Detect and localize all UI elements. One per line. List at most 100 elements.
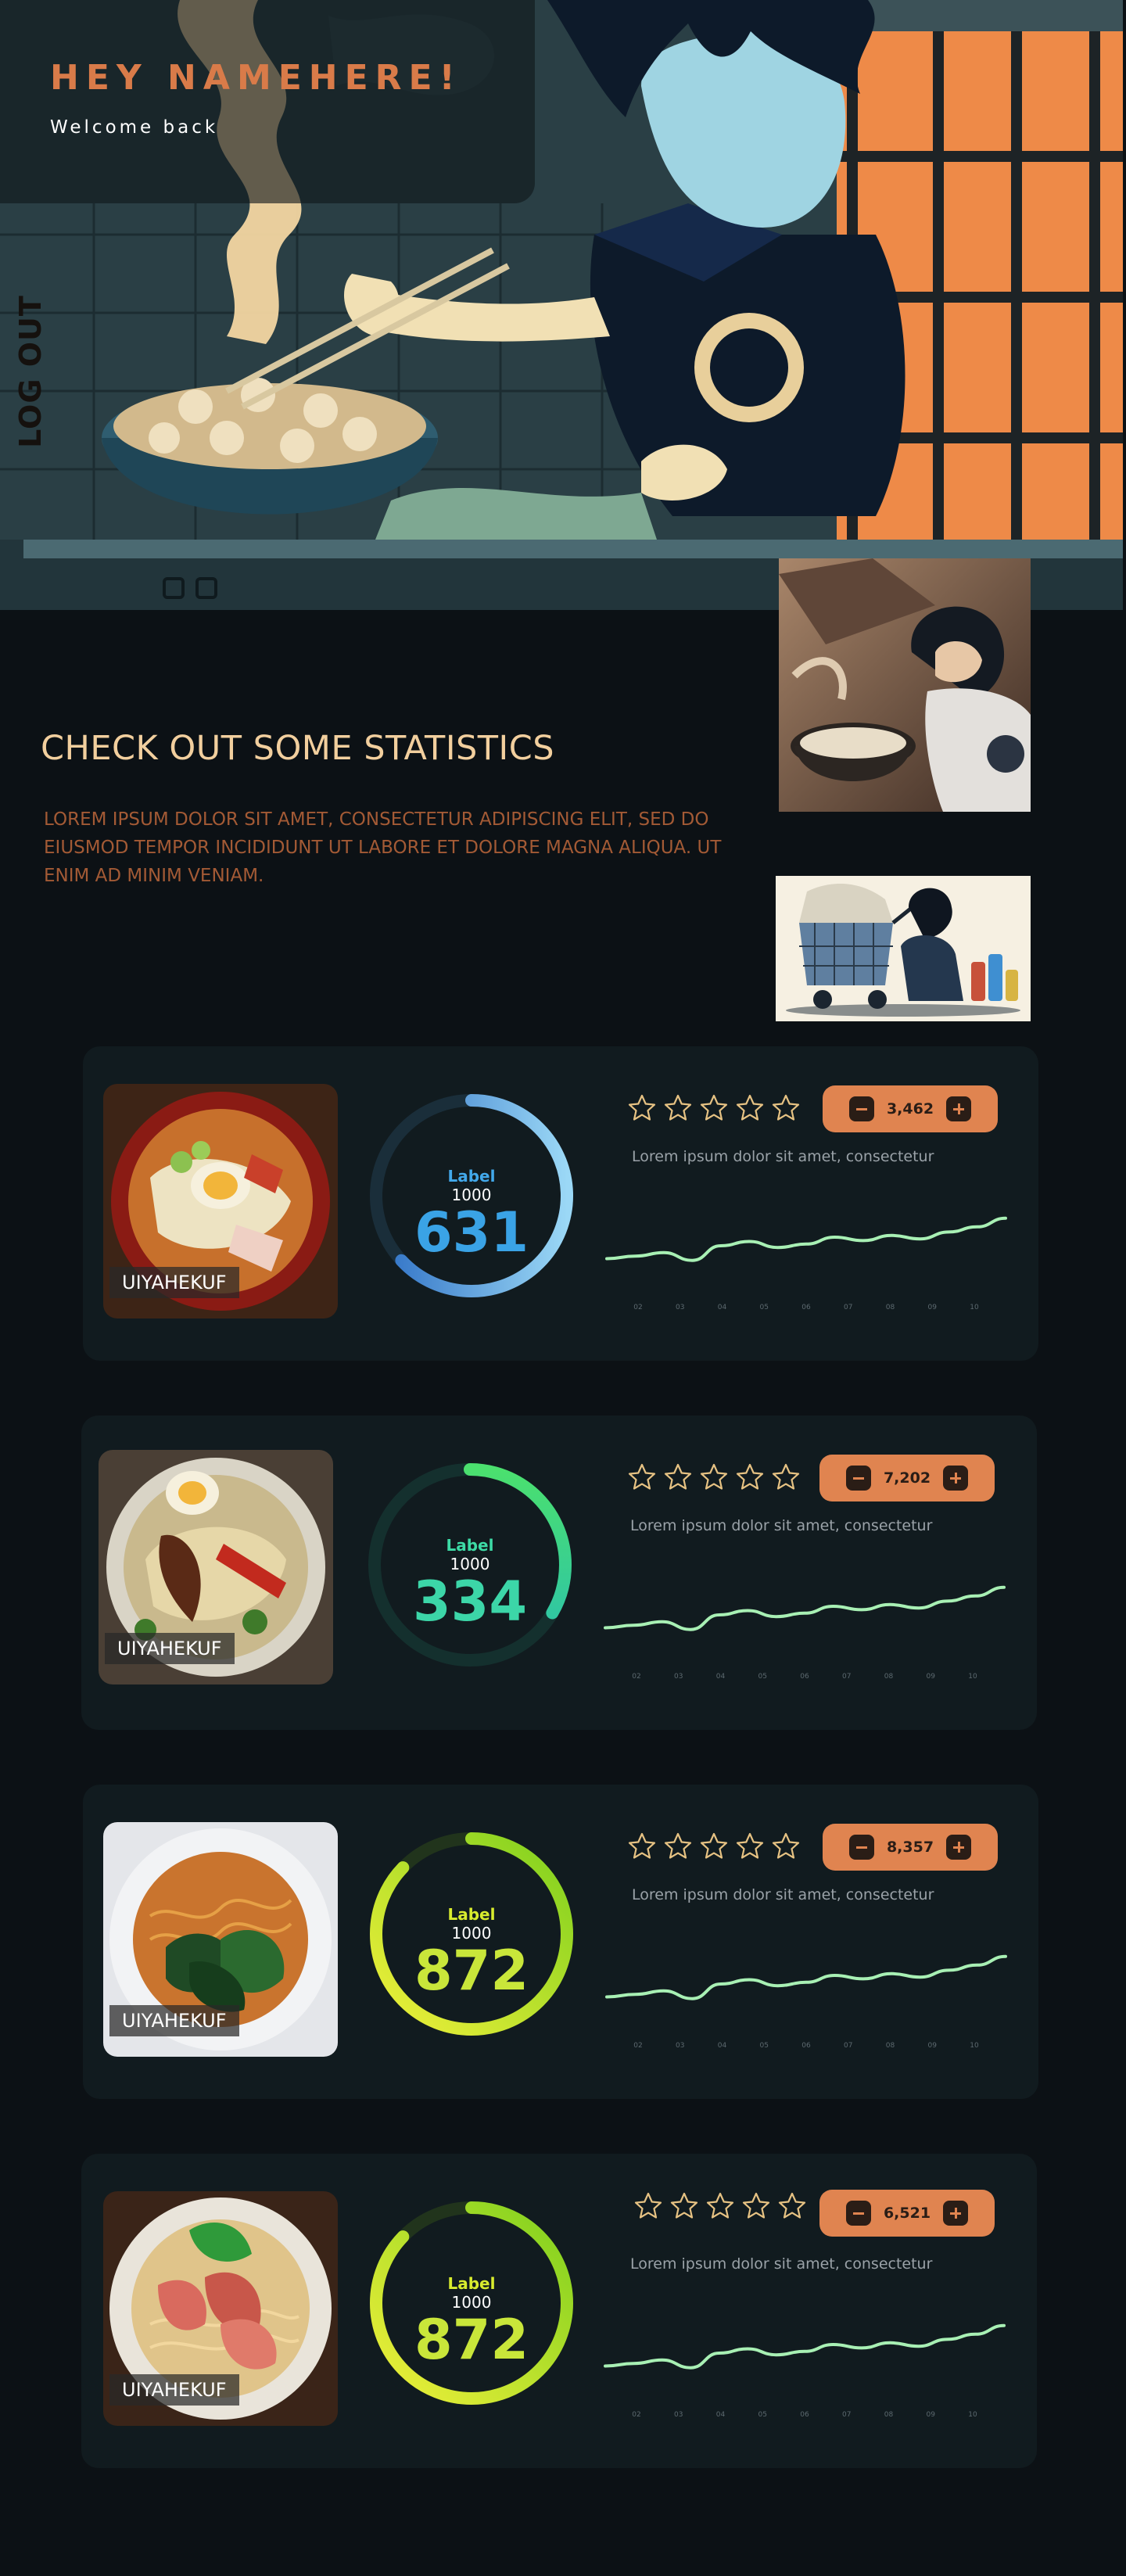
x-tick-label: 03 xyxy=(676,2042,684,2050)
progress-gauge: Label 1000 872 xyxy=(366,2197,577,2409)
x-tick-label: 10 xyxy=(970,2042,979,2050)
x-tick-label: 04 xyxy=(718,1304,727,1311)
x-tick-label: 07 xyxy=(842,2411,851,2419)
star-icon[interactable] xyxy=(663,1832,693,1861)
x-tick-label: 02 xyxy=(633,2042,642,2050)
gauge-label: Label xyxy=(447,1905,496,1924)
rating-stars[interactable] xyxy=(627,1462,801,1497)
increment-button[interactable] xyxy=(943,2201,968,2226)
logout-button[interactable]: LOG OUT xyxy=(6,282,55,461)
x-tick-label: 05 xyxy=(758,2411,767,2419)
star-icon[interactable] xyxy=(627,1832,657,1861)
rating-stars[interactable] xyxy=(633,2191,807,2226)
stat-card: UIYAHEKUF Label 1000 631 3,462 Lorem ips… xyxy=(83,1046,1038,1361)
star-icon[interactable] xyxy=(633,2191,663,2221)
stat-card: UIYAHEKUF Label 1000 334 7,202 Lorem ips… xyxy=(81,1415,1037,1730)
x-tick-label: 02 xyxy=(632,2411,640,2419)
side-image-cooking xyxy=(779,558,1031,812)
food-image: UIYAHEKUF xyxy=(103,1084,338,1318)
card-description: Lorem ipsum dolor sit amet, consectetur xyxy=(630,2255,933,2273)
card-description: Lorem ipsum dolor sit amet, consectetur xyxy=(630,1517,933,1534)
decrement-button[interactable] xyxy=(846,1466,871,1491)
star-icon[interactable] xyxy=(735,1832,765,1861)
progress-gauge: Label 1000 334 xyxy=(364,1459,576,1670)
x-tick-label: 08 xyxy=(884,1673,894,1681)
food-image-label: UIYAHEKUF xyxy=(109,2374,239,2406)
star-icon[interactable] xyxy=(735,1093,765,1123)
card-description: Lorem ipsum dolor sit amet, consectetur xyxy=(632,1148,934,1165)
side-image-shopping xyxy=(776,876,1031,1021)
star-icon[interactable] xyxy=(777,2191,807,2221)
increment-button[interactable] xyxy=(943,1466,968,1491)
quantity-stepper: 8,357 xyxy=(823,1824,998,1871)
x-tick-label: 04 xyxy=(716,1673,726,1681)
star-icon[interactable] xyxy=(627,1093,657,1123)
x-tick-label: 04 xyxy=(718,2042,727,2050)
stat-card: UIYAHEKUF Label 1000 872 8,357 Lorem ips… xyxy=(83,1785,1038,2099)
sparkline-chart: 02 03 04 05 06 07 08 09 10 xyxy=(605,1933,1007,2050)
card-description: Lorem ipsum dolor sit amet, consectetur xyxy=(632,1886,934,1903)
x-tick-label: 07 xyxy=(844,1304,852,1311)
x-tick-label: 08 xyxy=(886,1304,895,1311)
x-tick-label: 02 xyxy=(632,1673,640,1681)
food-image: UIYAHEKUF xyxy=(99,1450,333,1684)
x-tick-label: 03 xyxy=(674,2411,683,2419)
x-tick-label: 10 xyxy=(970,1304,979,1311)
decrement-button[interactable] xyxy=(849,1835,874,1860)
sparkline-line xyxy=(604,1585,1006,1631)
quantity-stepper: 3,462 xyxy=(823,1085,998,1132)
food-image-label: UIYAHEKUF xyxy=(109,2005,239,2036)
x-tick-label: 07 xyxy=(844,2042,852,2050)
rating-stars[interactable] xyxy=(627,1093,801,1128)
increment-button[interactable] xyxy=(946,1835,971,1860)
star-icon[interactable] xyxy=(699,1462,729,1492)
greeting-panel: HEY NAMEHERE! Welcome back xyxy=(0,0,535,203)
star-icon[interactable] xyxy=(699,1093,729,1123)
progress-gauge: Label 1000 872 xyxy=(366,1828,577,2040)
sparkline-line xyxy=(605,1216,1007,1262)
gauge-value: 334 xyxy=(412,1570,528,1634)
sparkline-svg: 02 03 04 05 06 07 08 09 10 xyxy=(605,1216,1007,1311)
sparkline-svg: 02 03 04 05 06 07 08 09 10 xyxy=(604,1585,1006,1681)
food-image-label: UIYAHEKUF xyxy=(105,1633,235,1664)
star-icon[interactable] xyxy=(669,2191,699,2221)
sparkline-line xyxy=(605,1954,1007,2000)
x-tick-label: 09 xyxy=(927,2411,936,2419)
food-image: UIYAHEKUF xyxy=(103,2191,338,2426)
x-tick-label: 09 xyxy=(927,1673,936,1681)
x-tick-label: 09 xyxy=(928,2042,938,2050)
x-tick-label: 06 xyxy=(801,1304,811,1311)
x-tick-label: 06 xyxy=(801,2042,811,2050)
star-icon[interactable] xyxy=(735,1462,765,1492)
star-icon[interactable] xyxy=(741,2191,771,2221)
star-icon[interactable] xyxy=(771,1832,801,1861)
decrement-button[interactable] xyxy=(849,1096,874,1121)
gauge-label: Label xyxy=(446,1536,494,1555)
rating-stars[interactable] xyxy=(627,1832,801,1866)
food-image: UIYAHEKUF xyxy=(103,1822,338,2057)
star-icon[interactable] xyxy=(663,1462,693,1492)
x-tick-label: 03 xyxy=(674,1673,683,1681)
star-icon[interactable] xyxy=(699,1832,729,1861)
quantity-value: 7,202 xyxy=(883,1469,931,1487)
gauge-value: 631 xyxy=(414,1200,529,1265)
quantity-value: 8,357 xyxy=(886,1839,934,1856)
star-icon[interactable] xyxy=(627,1462,657,1492)
star-icon[interactable] xyxy=(705,2191,735,2221)
x-tick-label: 06 xyxy=(800,1673,809,1681)
x-tick-label: 10 xyxy=(968,1673,977,1681)
greeting-subtitle: Welcome back xyxy=(50,117,219,138)
stats-description: LOREM IPSUM DOLOR SIT AMET, CONSECTETUR … xyxy=(44,809,722,886)
x-tick-label: 06 xyxy=(800,2411,809,2419)
decrement-button[interactable] xyxy=(846,2201,871,2226)
x-tick-label: 09 xyxy=(928,1304,938,1311)
sparkline-chart: 02 03 04 05 06 07 08 09 10 xyxy=(604,2302,1006,2420)
x-tick-label: 05 xyxy=(760,1304,769,1311)
star-icon[interactable] xyxy=(663,1093,693,1123)
star-icon[interactable] xyxy=(771,1462,801,1492)
star-icon[interactable] xyxy=(771,1093,801,1123)
x-tick-label: 10 xyxy=(968,2411,977,2419)
increment-button[interactable] xyxy=(946,1096,971,1121)
gauge-label: Label xyxy=(447,2274,496,2293)
quantity-value: 3,462 xyxy=(886,1100,934,1118)
